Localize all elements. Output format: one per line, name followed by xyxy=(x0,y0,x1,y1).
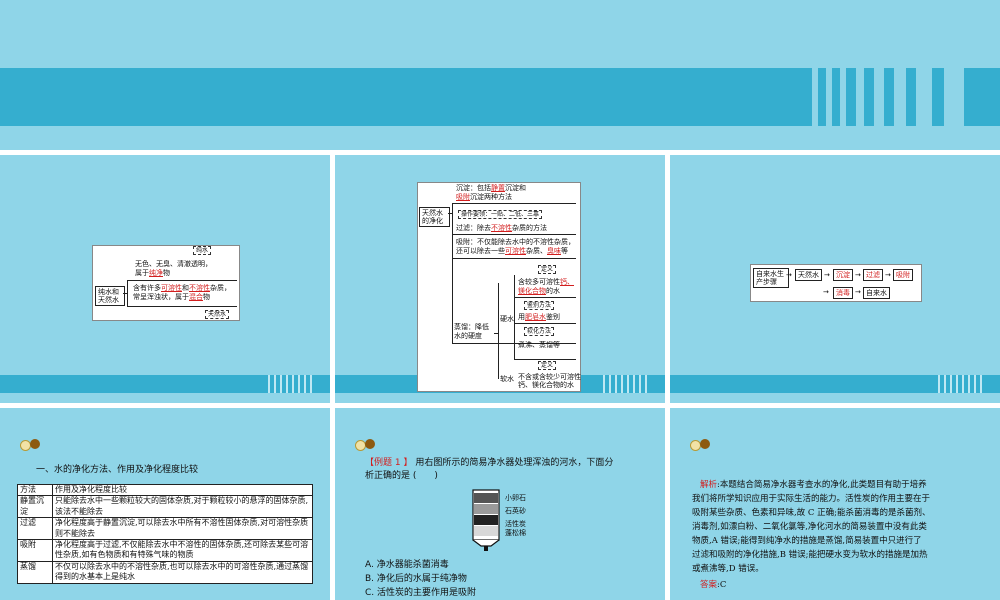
slide-example-question: 【例题 1 】 用右图所示的简易净水器处理浑浊的河水，下面分 析正确的是 ( )… xyxy=(335,408,665,600)
option-b: B. 净化后的水属于纯净物 xyxy=(365,574,467,584)
flow-filter: 过滤 xyxy=(863,269,883,282)
adsorb-line-1: 吸附：不仅能除去水中的不溶性杂质， xyxy=(456,238,575,246)
row-method: 静置沉淀 xyxy=(17,495,53,519)
slide-purification-table: 一、水的净化方法、作用及净化程度比较 方法 作用及净化程度比较 静置沉淀 只能除… xyxy=(0,408,330,600)
adsorb-line-2: 还可以除去一些可溶性杂质、臭味等 xyxy=(456,247,568,255)
row-desc: 净化程度高于静置沉淀,可以除去水中所有不溶性固体杂质,对可溶性杂质则不能除去 xyxy=(52,517,313,540)
table-header-desc: 作用及净化程度比较 xyxy=(52,483,313,497)
analysis-label: 解析 xyxy=(700,480,718,490)
hard-definition-1: 含较多可溶性钙、 xyxy=(518,278,574,286)
analysis-line: 或煮沸等,D 错误。 xyxy=(692,564,764,574)
table-header-method: 方法 xyxy=(17,483,53,497)
row-desc: 不仅可以除去水中的不溶性杂质,也可以除去水中的可溶性杂质,通过蒸馏得到的水基本上… xyxy=(52,560,313,584)
pure-natural-diagram: 纯水和天然水 纯水 无色、无臭、清澈透明， 属于纯净物 含有许多可溶性和不溶性杂… xyxy=(92,245,240,321)
slide-analysis: 解析:本题结合简易净水器考查水的净化,此类题目有助于培养 我们将所学知识应用于实… xyxy=(670,408,1000,600)
slide-logo-icon xyxy=(20,438,44,451)
flow-natural-water: 天然水 xyxy=(795,269,822,282)
sediment-line-2: 吸附沉淀两种方法 xyxy=(456,193,512,201)
example-tag: 【例题 1 】 xyxy=(365,458,413,468)
tap-water-flow-diagram: 自来水生产步骤 → 天然水 → 沉淀 → 过滤 → 吸附 → 消毒 → 自来水 xyxy=(750,264,922,302)
question-line-2: 析正确的是 ( ) xyxy=(365,471,438,481)
table-row: 吸附 净化程度高于过滤,不仅能除去水中不溶性的固体杂质,还可除去某些可溶性杂质,… xyxy=(17,538,313,562)
layer-label: 活性炭 xyxy=(505,520,526,528)
identify-line: 用肥皂水鉴别 xyxy=(518,313,560,321)
table-row: 蒸馏 不仅可以除去水中的不溶性杂质,也可以除去水中的可溶性杂质,通过蒸馏得到的水… xyxy=(17,560,313,584)
analysis-line: 消毒剂,如漂白粉、二氧化氯等,净化河水的简易装置中没有此类 xyxy=(692,522,927,532)
layer-label: 蓬松棉 xyxy=(505,529,526,537)
table-row: 静置沉淀 只能除去水中一些颗粒较大的固体杂质,对于颗粒较小的悬浮的固体杂质,该法… xyxy=(17,495,313,519)
table-header-row: 方法 作用及净化程度比较 xyxy=(17,483,313,497)
diagram-root-label: 纯水和天然水 xyxy=(95,286,125,307)
answer-label: 答案 xyxy=(700,580,718,590)
slide-water-purification-tree: 天然水的净化 沉淀：包括静置沉淀和 吸附沉淀两种方法 操作要领：一贴、二低、三靠… xyxy=(335,155,665,403)
pure-water-tag: 纯水 xyxy=(193,246,212,256)
table-heading: 一、水的净化方法、作用及净化程度比较 xyxy=(36,465,199,475)
analysis-line: 吸附某些杂质、色素和异味,故 C 正确;能杀菌消毒的是杀菌剂、 xyxy=(692,508,931,518)
flow-start-label: 自来水生产步骤 xyxy=(753,268,789,289)
row-method: 吸附 xyxy=(17,538,53,562)
soft-water-label: 软水 xyxy=(500,375,514,383)
natural-water-desc-1: 含有许多可溶性和不溶性杂质， xyxy=(133,284,231,292)
soft-definition-tag: 定义 xyxy=(538,361,557,371)
analysis-line: 我们将所学知识应用于实际生活的能力。活性炭的作用主要在于 xyxy=(692,494,931,504)
soften-line: 煮沸、蒸馏等 xyxy=(518,341,560,349)
hard-definition-2: 镁化合物的水 xyxy=(518,287,560,295)
row-desc: 只能除去水中一些颗粒较大的固体杂质,对于颗粒较小的悬浮的固体杂质,该法不能除去 xyxy=(52,495,313,519)
answer-line: 答案:C xyxy=(700,580,727,590)
sediment-line-1: 沉淀：包括静置沉淀和 xyxy=(456,184,526,192)
slide-tap-water-steps: 自来水生产步骤 → 天然水 → 沉淀 → 过滤 → 吸附 → 消毒 → 自来水 xyxy=(670,155,1000,403)
analysis-line: 物质,A 错误;能得到纯净水的措施是蒸馏,简易装置中只进行了 xyxy=(692,536,922,546)
option-c: C. 活性炭的主要作用是吸附 xyxy=(365,588,477,598)
flow-sediment: 沉淀 xyxy=(833,269,853,282)
slide-logo-icon xyxy=(355,438,379,451)
purification-tree-diagram: 天然水的净化 沉淀：包括静置沉淀和 吸附沉淀两种方法 操作要领：一贴、二低、三靠… xyxy=(417,182,581,392)
filter-line: 过滤：除去不溶性杂质的方法 xyxy=(456,224,547,232)
soften-method-tag: 软化方法 xyxy=(524,327,555,337)
flow-adsorb: 吸附 xyxy=(893,269,913,282)
distill-label: 蒸馏：降低水的硬度 xyxy=(454,323,489,340)
row-method: 过滤 xyxy=(17,517,53,540)
table-row: 过滤 净化程度高于静置沉淀,可以除去水中所有不溶性固体杂质,对可溶性杂质则不能除… xyxy=(17,517,313,540)
natural-water-tag: 天然水 xyxy=(205,310,230,320)
analysis-line-1: 解析:本题结合简易净水器考查水的净化,此类题目有助于培养 xyxy=(700,480,927,490)
layer-label: 小卵石 xyxy=(505,494,526,502)
slide-logo-icon xyxy=(690,438,714,451)
row-method: 蒸馏 xyxy=(17,560,53,584)
soft-definition-2: 钙、镁化合物的水 xyxy=(518,381,574,389)
analysis-line: 过滤和吸附的净化措施,B 错误;能把硬水变为软水的措施是加热 xyxy=(692,550,928,560)
flow-tap-water: 自来水 xyxy=(863,287,890,300)
filter-tips-tag: 操作要领：一贴、二低、三靠 xyxy=(458,210,543,220)
natural-water-desc-2: 常呈浑浊状，属于混合物 xyxy=(133,293,210,301)
water-filter-figure xyxy=(469,488,503,551)
option-a: A. 净水器能杀菌消毒 xyxy=(365,560,449,570)
question-line-1: 【例题 1 】 用右图所示的简易净水器处理浑浊的河水，下面分 xyxy=(365,458,614,468)
hard-definition-tag: 定义 xyxy=(538,265,557,275)
slide-pure-vs-natural-water: 纯水和天然水 纯水 无色、无臭、清澈透明， 属于纯净物 含有许多可溶性和不溶性杂… xyxy=(0,155,330,403)
row-desc: 净化程度高于过滤,不仅能除去水中不溶性的固体杂质,还可除去某些可溶性杂质,如有色… xyxy=(52,538,313,562)
purification-table: 方法 作用及净化程度比较 静置沉淀 只能除去水中一些颗粒较大的固体杂质,对于颗粒… xyxy=(17,483,313,584)
pure-water-desc-1: 无色、无臭、清澈透明， xyxy=(135,260,212,268)
hard-water-label: 硬水 xyxy=(500,315,514,323)
flow-disinfect: 消毒 xyxy=(833,287,853,300)
title-slide-band xyxy=(0,68,1000,126)
identify-method-tag: 鉴别方法 xyxy=(524,301,555,311)
tree-root-label: 天然水的净化 xyxy=(419,207,450,228)
layer-label: 石英砂 xyxy=(505,507,526,515)
pure-water-desc-2: 属于纯净物 xyxy=(135,269,170,277)
